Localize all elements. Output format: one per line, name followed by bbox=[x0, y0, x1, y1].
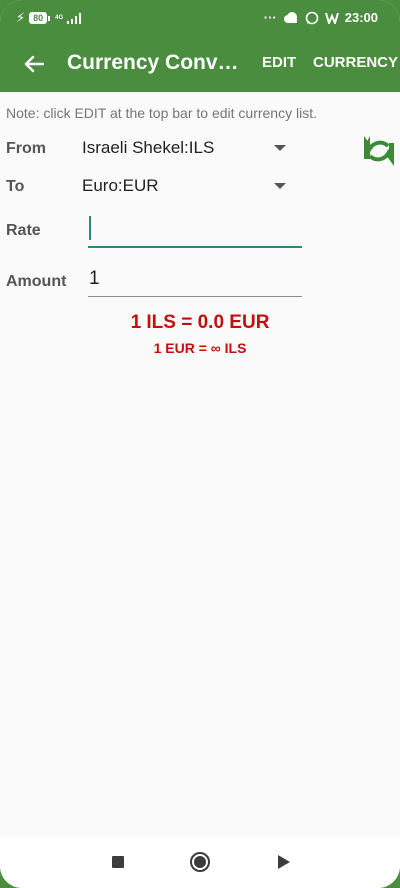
triangle-icon bbox=[278, 855, 290, 869]
status-right: ··· 23:00 bbox=[264, 10, 378, 25]
home-button[interactable] bbox=[188, 850, 212, 874]
arrow-back-icon bbox=[24, 55, 44, 73]
swap-button[interactable] bbox=[360, 132, 398, 170]
whatsapp-icon bbox=[305, 11, 319, 24]
clock: 23:00 bbox=[344, 10, 378, 25]
cloud-icon bbox=[283, 12, 297, 23]
dropdown-arrow-icon bbox=[274, 183, 286, 189]
amount-field-container bbox=[88, 262, 302, 297]
square-icon bbox=[112, 856, 124, 868]
to-currency-value: Euro:EUR bbox=[82, 176, 159, 195]
status-bar: ⚡ 80 4G ··· 23:00 bbox=[0, 0, 400, 36]
system-nav-bar bbox=[0, 836, 400, 888]
charging-icon: ⚡ bbox=[16, 10, 26, 25]
rate-input[interactable] bbox=[88, 212, 302, 246]
from-currency-select[interactable]: Israeli Shekel:ILS bbox=[82, 135, 292, 161]
battery-indicator: 80 bbox=[29, 12, 51, 24]
w-icon bbox=[324, 12, 339, 24]
rate-label: Rate bbox=[6, 222, 41, 239]
to-currency-select[interactable]: Euro:EUR bbox=[82, 173, 292, 199]
main-content: Note: click EDIT at the top bar to edit … bbox=[0, 92, 400, 836]
nav-back-button[interactable] bbox=[272, 850, 296, 874]
amount-input[interactable] bbox=[88, 262, 302, 296]
from-currency-value: Israeli Shekel:ILS bbox=[82, 138, 215, 157]
circle-icon bbox=[190, 852, 210, 872]
signal-icon bbox=[67, 12, 82, 24]
dropdown-arrow-icon bbox=[274, 145, 286, 151]
network-type: 4G bbox=[55, 15, 64, 21]
more-dots: ··· bbox=[263, 10, 277, 25]
inverse-result: 1 EUR = ∞ ILS bbox=[153, 340, 247, 356]
currency-button[interactable]: CURRENCY bbox=[313, 54, 398, 71]
rate-field-container bbox=[88, 212, 302, 248]
swap-icon bbox=[364, 136, 394, 166]
from-label: From bbox=[6, 140, 46, 157]
recents-button[interactable] bbox=[106, 850, 130, 874]
page-title: Currency Converter bbox=[67, 51, 245, 74]
conversion-result: 1 ILS = 0.0 EUR bbox=[130, 312, 270, 333]
phone-screen: ⚡ 80 4G ··· 23:00 Currency Converter EDI… bbox=[0, 0, 400, 888]
info-note: Note: click EDIT at the top bar to edit … bbox=[6, 105, 317, 121]
to-label: To bbox=[6, 178, 25, 195]
app-bar: Currency Converter EDIT CURRENCY bbox=[0, 36, 400, 92]
amount-label: Amount bbox=[6, 273, 67, 290]
status-left: ⚡ 80 4G bbox=[16, 10, 82, 26]
edit-button[interactable]: EDIT bbox=[262, 54, 296, 71]
back-button[interactable] bbox=[18, 48, 50, 80]
